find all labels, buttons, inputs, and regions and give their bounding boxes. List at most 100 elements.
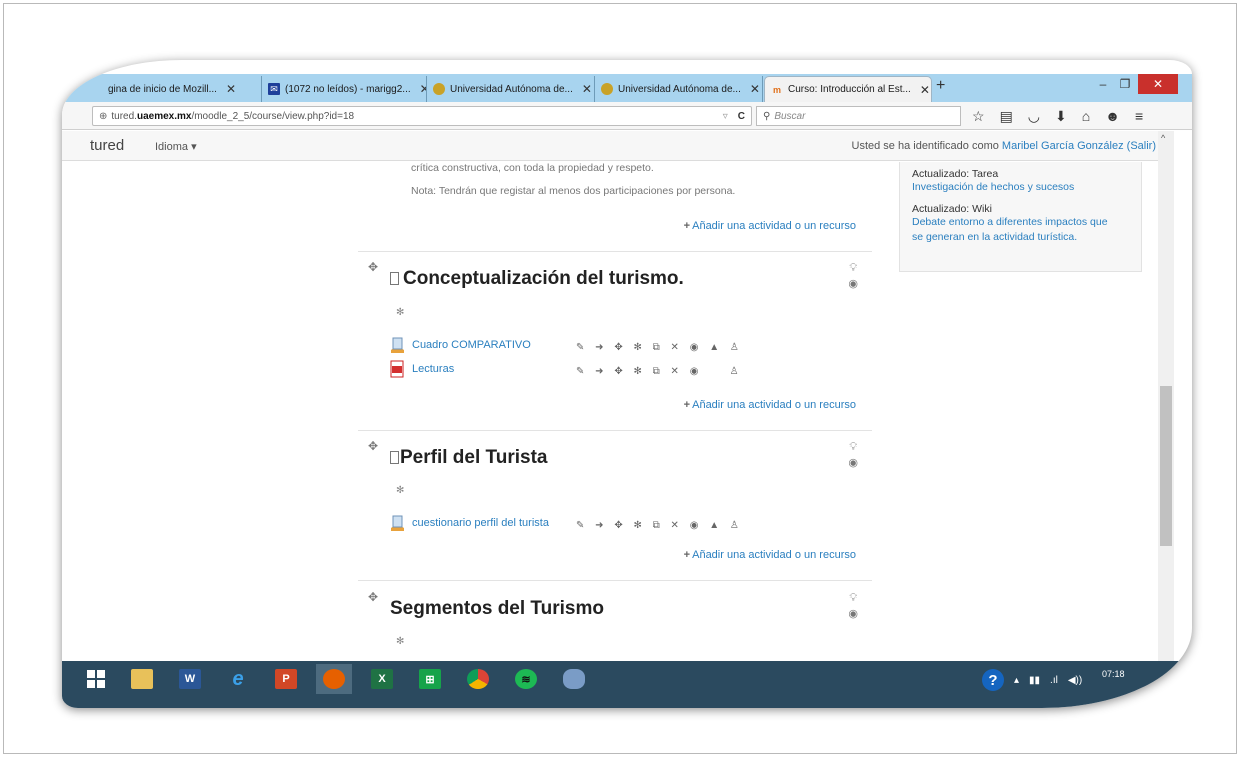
- visibility-icon[interactable]: ◉: [848, 606, 858, 622]
- section-title-text: Perfil del Turista: [400, 447, 548, 468]
- logout-link[interactable]: (Salir): [1127, 140, 1156, 152]
- word-icon: W: [179, 669, 201, 689]
- restore-button[interactable]: ❐: [1114, 74, 1136, 94]
- new-tab-button[interactable]: +: [936, 77, 945, 95]
- tab-course[interactable]: m Curso: Introducción al Est... ✕: [764, 76, 932, 102]
- highlight-icon[interactable]: 💡︎: [848, 260, 858, 276]
- activity-edit-icons[interactable]: ✎ ➜ ✥ ✻ ⧉ ✕ ◉ ♙: [576, 366, 743, 377]
- university-icon: [433, 83, 445, 95]
- close-icon[interactable]: ✕: [920, 83, 930, 97]
- gear-icon[interactable]: ✻: [396, 485, 404, 496]
- chat-icon[interactable]: ☻: [1105, 108, 1120, 124]
- taskbar-powerpoint[interactable]: P: [268, 664, 304, 694]
- taskbar-file-explorer[interactable]: [124, 664, 160, 694]
- scrollbar-thumb[interactable]: [1160, 386, 1172, 546]
- highlight-icon[interactable]: 💡︎: [848, 439, 858, 455]
- moodle-icon: m: [772, 84, 781, 95]
- recent-item-link[interactable]: se generan en la actividad turística.: [912, 230, 1129, 245]
- tray-expand-icon[interactable]: ▴: [1014, 675, 1019, 686]
- url-prefix: tured.: [111, 110, 137, 122]
- taskbar-firefox[interactable]: [316, 664, 352, 694]
- store-icon: ⊞: [419, 669, 441, 689]
- reload-icon[interactable]: C: [738, 111, 745, 122]
- taskbar-paint[interactable]: [556, 664, 592, 694]
- add-activity-link[interactable]: + Añadir una actividad o un recurso: [684, 399, 856, 411]
- edit-icons-group[interactable]: ✎ ➜ ✥ ✻ ⧉ ✕ ◉: [576, 366, 702, 377]
- activity-link[interactable]: cuestionario perfil del turista: [412, 517, 549, 529]
- activity-link[interactable]: Cuadro COMPARATIVO: [412, 339, 531, 351]
- menu-icon[interactable]: ≡: [1135, 108, 1143, 124]
- signal-icon[interactable]: .ıl: [1050, 675, 1058, 686]
- volume-icon[interactable]: ◀)): [1068, 675, 1082, 686]
- excel-icon: X: [371, 669, 393, 689]
- taskbar-spotify[interactable]: ≋: [508, 664, 544, 694]
- tab-label: Curso: Introducción al Est...: [788, 84, 911, 95]
- language-menu[interactable]: Idioma ▾: [155, 140, 197, 153]
- screenshot-frame: gina de inicio de Mozill... ✕ ✉ (1072 no…: [62, 60, 1192, 708]
- move-icon[interactable]: ✥: [368, 590, 378, 604]
- activity-item[interactable]: cuestionario perfil del turista: [388, 514, 549, 532]
- network-icon[interactable]: ▮▮: [1029, 675, 1040, 686]
- gear-icon[interactable]: ✻: [396, 636, 404, 647]
- assign-roles-icon[interactable]: ♙: [730, 366, 743, 377]
- close-icon[interactable]: ✕: [226, 82, 236, 96]
- url-bar[interactable]: ⊕ tured.uaemex.mx/moodle_2_5/course/view…: [92, 106, 752, 126]
- taskbar-excel[interactable]: X: [364, 664, 400, 694]
- mail-icon: ✉: [268, 83, 280, 95]
- scroll-up-icon[interactable]: ^: [1161, 133, 1165, 143]
- nav-toolbar-icons: ☆ ▤ ◡ ⬇ ⌂ ☻ ≡: [972, 106, 1143, 126]
- taskbar-internet-explorer[interactable]: e: [220, 664, 256, 694]
- add-activity-link[interactable]: + Añadir una actividad o un recurso: [684, 549, 856, 561]
- help-icon[interactable]: ?: [982, 669, 1004, 691]
- vertical-scrollbar[interactable]: ^: [1158, 131, 1174, 661]
- login-prefix: Usted se ha identificado como: [851, 140, 1002, 152]
- tab-universidad-2[interactable]: Universidad Autónoma de... ✕: [595, 76, 763, 102]
- highlight-icon[interactable]: 💡︎: [848, 590, 858, 606]
- section-title[interactable]: Perfil del Turista: [390, 447, 547, 469]
- chrome-icon: [467, 669, 489, 689]
- activity-item[interactable]: Cuadro COMPARATIVO: [388, 336, 531, 354]
- download-icon[interactable]: ⬇: [1055, 108, 1067, 125]
- move-icon[interactable]: ✥: [368, 260, 378, 274]
- powerpoint-icon: P: [275, 669, 297, 689]
- taskbar-chrome[interactable]: [460, 664, 496, 694]
- search-input[interactable]: ⚲ Buscar: [756, 106, 961, 126]
- recent-item-link[interactable]: Investigación de hechos y sucesos: [912, 180, 1129, 195]
- home-icon[interactable]: ⌂: [1082, 108, 1090, 124]
- tab-universidad-1[interactable]: Universidad Autónoma de... ✕: [427, 76, 595, 102]
- activity-edit-icons[interactable]: ✎ ➜ ✥ ✻ ⧉ ✕ ◉ ▲ ♙: [576, 520, 743, 531]
- gear-icon[interactable]: ✻: [396, 307, 404, 318]
- activity-edit-icons[interactable]: ✎ ➜ ✥ ✻ ⧉ ✕ ◉ ▲ ♙: [576, 342, 743, 353]
- close-icon[interactable]: ✕: [582, 82, 592, 96]
- add-activity-link[interactable]: + Añadir una actividad o un recurso: [684, 220, 856, 232]
- pdf-icon: [390, 360, 404, 378]
- activity-item[interactable]: Lecturas: [388, 360, 454, 378]
- minimize-button[interactable]: –: [1092, 74, 1114, 94]
- close-icon[interactable]: ✕: [750, 82, 760, 96]
- window-close-button[interactable]: ✕: [1138, 74, 1178, 94]
- recent-item-link[interactable]: Debate entorno a diferentes impactos que: [912, 215, 1129, 230]
- tab-mozilla-home[interactable]: gina de inicio de Mozill... ✕: [102, 76, 262, 102]
- tab-label: Universidad Autónoma de...: [450, 83, 573, 95]
- bookmark-star-icon[interactable]: ☆: [972, 108, 985, 125]
- tab-label: Universidad Autónoma de...: [618, 83, 741, 95]
- section-controls: 💡︎ ◉: [848, 590, 858, 622]
- reading-list-icon[interactable]: ▤: [1000, 108, 1013, 125]
- section-title[interactable]: Conceptualización del turismo.: [390, 268, 684, 290]
- firefox-icon: [323, 669, 345, 689]
- site-brand[interactable]: tured: [90, 137, 124, 154]
- dropdown-icon[interactable]: ▿: [723, 111, 728, 122]
- activity-link[interactable]: Lecturas: [412, 363, 454, 375]
- pocket-icon[interactable]: ◡: [1028, 108, 1040, 125]
- move-icon[interactable]: ✥: [368, 439, 378, 453]
- user-profile-link[interactable]: Maribel García González: [1002, 140, 1124, 152]
- taskbar-word[interactable]: W: [172, 664, 208, 694]
- taskbar-store[interactable]: ⊞: [412, 664, 448, 694]
- visibility-icon[interactable]: ◉: [848, 276, 858, 292]
- visibility-icon[interactable]: ◉: [848, 455, 858, 471]
- section-title[interactable]: Segmentos del Turismo: [390, 598, 604, 620]
- close-icon[interactable]: ✕: [420, 82, 426, 96]
- clock[interactable]: 07:18: [1102, 669, 1125, 679]
- start-button[interactable]: [78, 664, 114, 694]
- tab-mail[interactable]: ✉ (1072 no leídos) - marigg2... ✕: [262, 76, 427, 102]
